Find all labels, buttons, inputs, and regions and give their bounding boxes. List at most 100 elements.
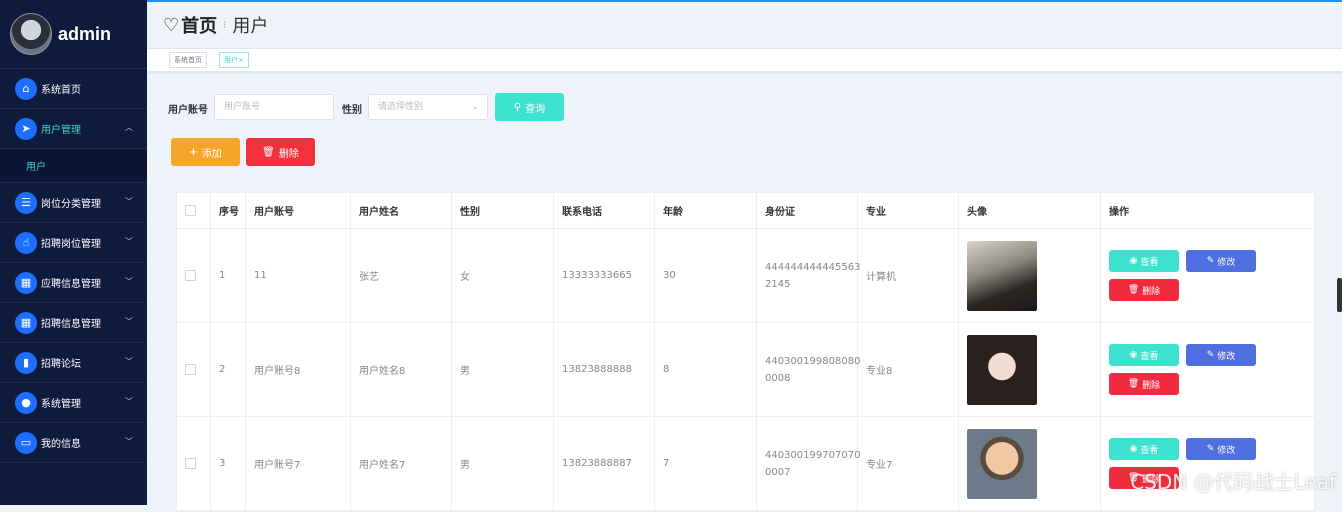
card-icon: ▭ [15, 431, 37, 454]
chevron-down-icon: ﹀ [125, 237, 133, 246]
gender-select[interactable]: 请选择性别 ⌄ [368, 94, 488, 120]
row-checkbox[interactable] [185, 364, 196, 375]
header-cell: 联系电话 [554, 193, 655, 228]
cell-name: 用户姓名7 [351, 417, 452, 510]
eye-icon: ◉ [1129, 350, 1141, 360]
brand: admin [0, 0, 147, 69]
header-cell: 序号 [211, 193, 246, 228]
account-label: 用户账号 [168, 105, 208, 116]
eye-icon: ◉ [1129, 256, 1141, 266]
bar-chart-icon: ▮ [15, 351, 37, 374]
view-button[interactable]: ◉ 查看 [1109, 344, 1179, 366]
avatar[interactable] [10, 13, 52, 55]
tags-bar: 系统首页 用户× [147, 49, 1342, 74]
breadcrumb-home[interactable]: 首页 [181, 12, 217, 38]
table-row: 2 用户账号8 用户姓名8 男 13823888888 8 4403001998… [177, 323, 1314, 417]
grid-icon: ▦ [15, 311, 37, 334]
cell-major: 专业7 [858, 417, 959, 510]
delete-button-label: 删除 [278, 148, 299, 160]
search-button[interactable]: ⚲ 查询 [495, 93, 564, 121]
heart-icon: ♡ [163, 14, 180, 36]
edit-button[interactable]: ✎ 修改 [1186, 344, 1256, 366]
cell-age: 8 [655, 323, 757, 416]
cell-photo [959, 417, 1101, 510]
table-row: 1 11 张艺 女 13333333665 30 444444444445563… [177, 229, 1314, 323]
sidebar-item-home[interactable]: ⌂ 系统首页 [0, 69, 147, 109]
delete-button[interactable]: 🗑 删除 [246, 138, 315, 166]
breadcrumb-separator: ⁝ [223, 19, 227, 31]
eye-icon: ◉ [1129, 444, 1141, 454]
select-all-checkbox[interactable] [185, 205, 196, 216]
row-select-cell [177, 323, 211, 416]
users-table: 序号 用户账号 用户姓名 性别 联系电话 年龄 身份证 专业 头像 操作 1 1… [176, 192, 1315, 512]
watermark: CSDN @代码战士Leaf [1130, 470, 1336, 494]
edit-button-label: 修改 [1217, 257, 1236, 268]
header-cell: 用户姓名 [351, 193, 452, 228]
header-cell: 身份证 [757, 193, 858, 228]
home-icon: ⌂ [15, 77, 37, 100]
sidebar-item-job-category[interactable]: ☰ 岗位分类管理 ﹀ [0, 183, 147, 223]
table-header-row: 序号 用户账号 用户姓名 性别 联系电话 年龄 身份证 专业 头像 操作 [177, 193, 1314, 229]
chevron-down-icon: ﹀ [125, 197, 133, 206]
grid-icon: ▦ [15, 271, 37, 294]
sidebar-item-system[interactable]: ● 系统管理 ﹀ [0, 383, 147, 423]
cell-phone: 13823888888 [554, 323, 655, 416]
sidebar-item-label: 我的信息 [41, 439, 81, 450]
sidebar-item-recruit-info[interactable]: ▦ 招聘信息管理 ﹀ [0, 303, 147, 343]
thumbs-up-icon: ☝ [15, 231, 37, 254]
view-button-label: 查看 [1140, 257, 1159, 268]
edit-button[interactable]: ✎ 修改 [1186, 250, 1256, 272]
sidebar-item-label: 系统管理 [41, 399, 81, 410]
account-input[interactable]: 用户账号 [214, 94, 334, 120]
sidebar-item-my-info[interactable]: ▭ 我的信息 ﹀ [0, 423, 147, 463]
cell-gender: 男 [452, 417, 554, 510]
gender-label: 性别 [342, 105, 362, 116]
user-photo [967, 334, 1037, 405]
sidebar-item-label: 系统首页 [41, 85, 81, 96]
cell-actions: ◉ 查看 ✎ 修改 🗑 删除 [1101, 229, 1312, 322]
edit-button[interactable]: ✎ 修改 [1186, 438, 1256, 460]
row-select-cell [177, 417, 211, 510]
cell-name: 张艺 [351, 229, 452, 322]
cell-id-card: 440300199808080 0008 [757, 323, 860, 416]
row-checkbox[interactable] [185, 458, 196, 469]
header-cell: 头像 [959, 193, 1101, 228]
row-delete-button[interactable]: 🗑 删除 [1109, 373, 1179, 395]
sidebar-item-job-post[interactable]: ☝ 招聘岗位管理 ﹀ [0, 223, 147, 263]
sidebar-item-forum[interactable]: ▮ 招聘论坛 ﹀ [0, 343, 147, 383]
sidebar-item-label: 应聘信息管理 [41, 279, 101, 290]
cell-id-card: 440300199707070 0007 [757, 417, 860, 510]
cell-actions: ◉ 查看 ✎ 修改 🗑 删除 [1101, 323, 1312, 416]
search-icon: ⚲ [513, 101, 522, 113]
sidebar-subitem-users[interactable]: 用户 [0, 149, 147, 183]
chevron-down-icon: ﹀ [125, 437, 133, 446]
cell-name: 用户姓名8 [351, 323, 452, 416]
add-button[interactable]: + 添加 [171, 138, 240, 166]
tag-home[interactable]: 系统首页 [169, 52, 207, 68]
cell-major: 专业8 [858, 323, 959, 416]
cell-age: 30 [655, 229, 757, 322]
sidebar-item-user-management[interactable]: ➤ 用户管理 ︿ [0, 109, 147, 149]
scroll-handle[interactable] [1337, 278, 1342, 312]
page-header: ♡ 首页 ⁝ 用户 [147, 2, 1342, 49]
sidebar-item-label: 岗位分类管理 [41, 199, 101, 210]
row-checkbox[interactable] [185, 270, 196, 281]
row-select-cell [177, 229, 211, 322]
trash-icon: 🗑 [262, 146, 275, 158]
view-button[interactable]: ◉ 查看 [1109, 250, 1179, 272]
gender-select-placeholder: 请选择性别 [378, 102, 424, 112]
row-delete-button[interactable]: 🗑 删除 [1109, 279, 1179, 301]
edit-button-label: 修改 [1217, 445, 1236, 456]
header-cell: 操作 [1109, 207, 1129, 218]
view-button[interactable]: ◉ 查看 [1109, 438, 1179, 460]
view-button-label: 查看 [1140, 445, 1159, 456]
cell-actions: ◉ 查看 ✎ 修改 🗑 删除 [1101, 417, 1312, 510]
cell-id-card: 444444444445563 2145 [757, 229, 860, 322]
cell-gender: 女 [452, 229, 554, 322]
cell-major: 计算机 [858, 229, 959, 322]
add-button-label: 添加 [201, 148, 222, 160]
sidebar-item-application[interactable]: ▦ 应聘信息管理 ﹀ [0, 263, 147, 303]
tag-users[interactable]: 用户× [219, 52, 249, 68]
paper-plane-icon: ➤ [15, 117, 37, 140]
sidebar-item-label: 招聘岗位管理 [41, 239, 101, 250]
